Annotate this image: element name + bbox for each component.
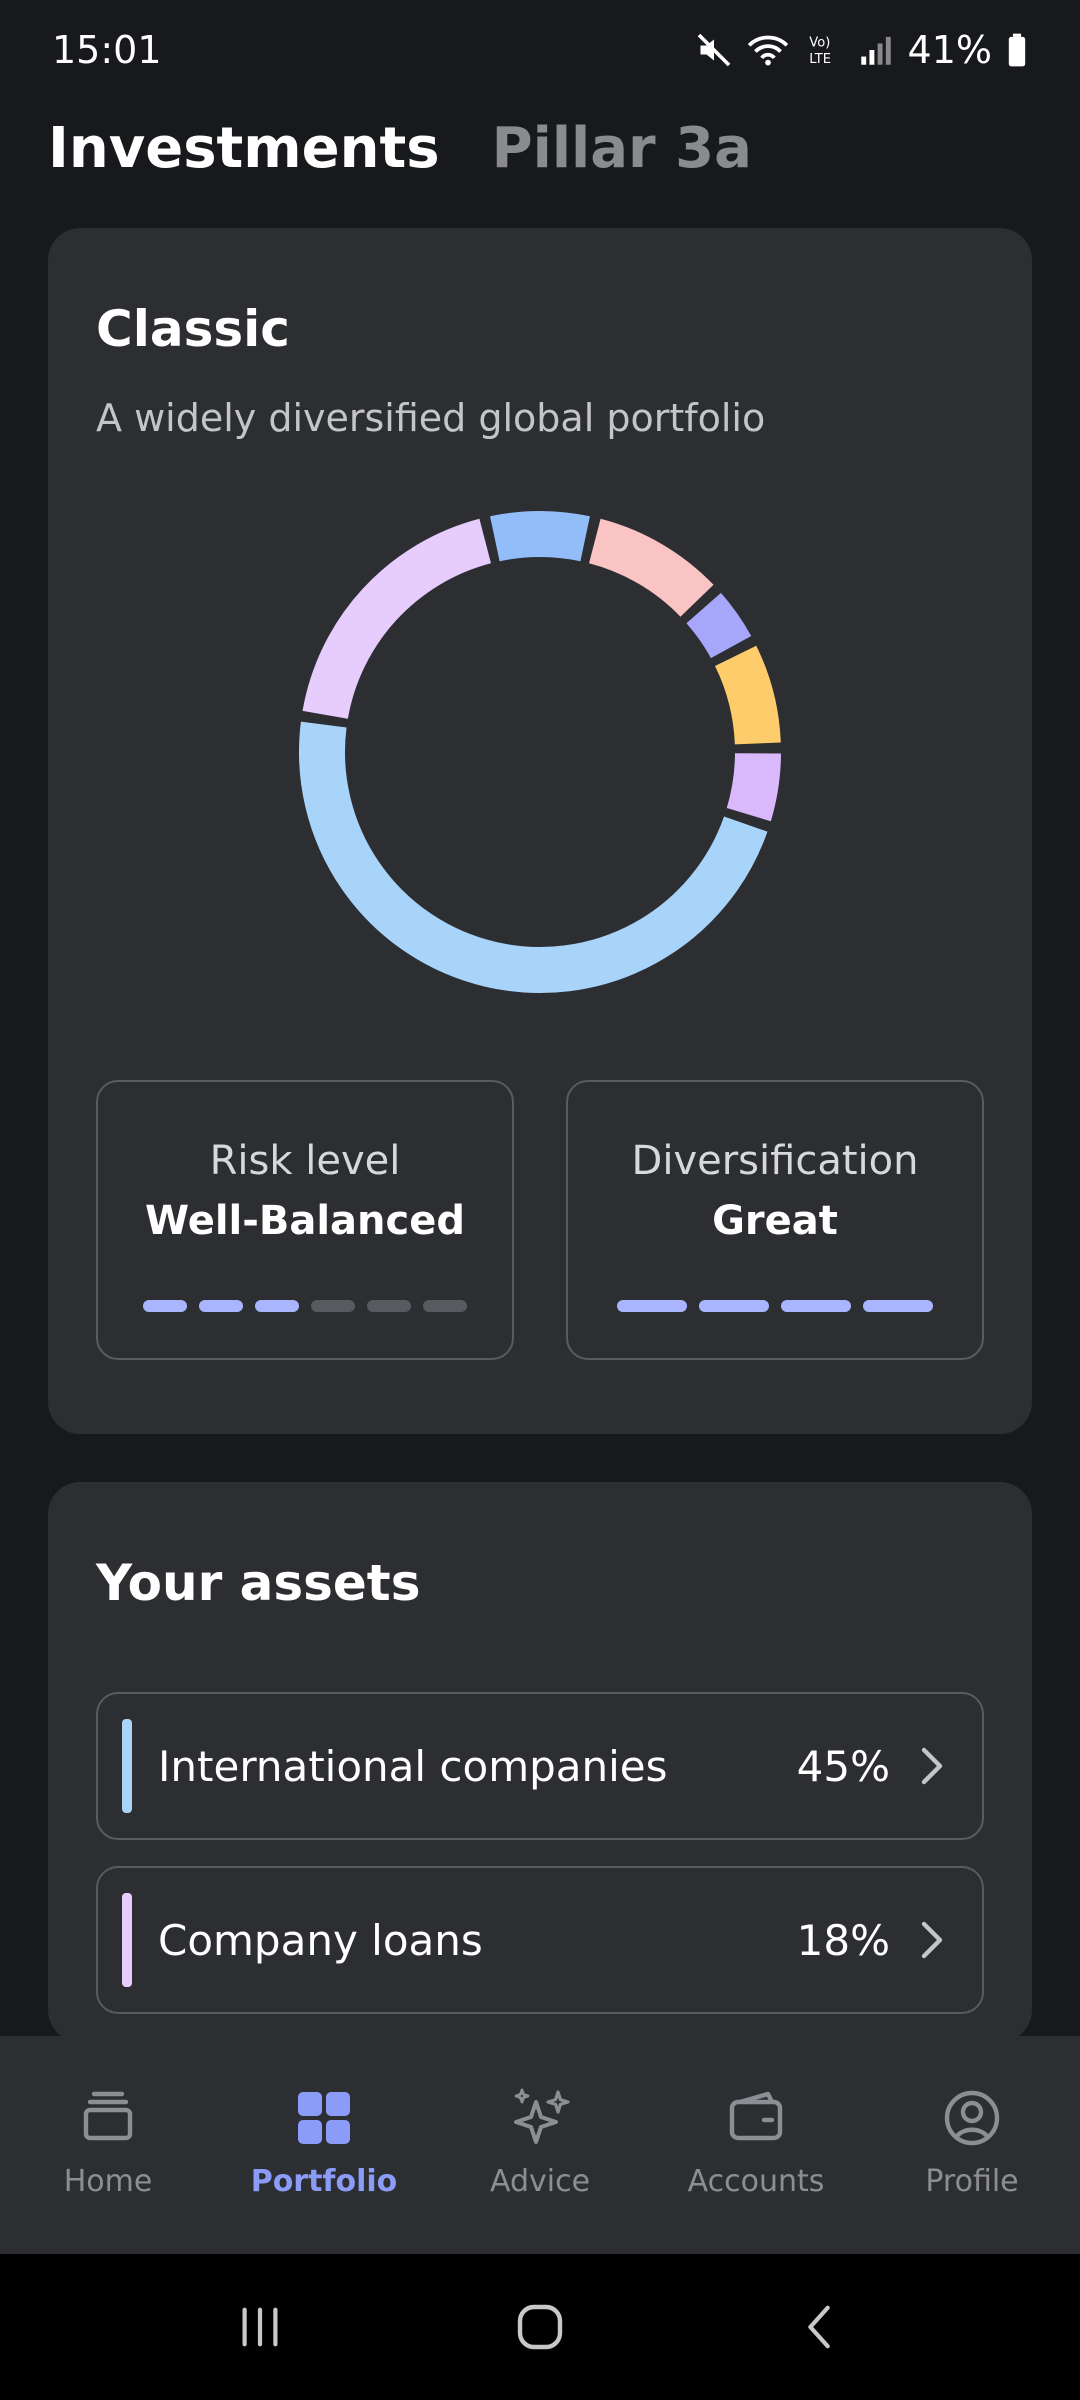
nav-item-profile[interactable]: Profile	[864, 2036, 1080, 2254]
asset-color-bar	[122, 1893, 132, 1987]
mute-icon	[697, 33, 730, 67]
grid-icon	[298, 2092, 350, 2144]
stack-icon	[83, 2091, 133, 2141]
risk-level-indicator	[98, 1300, 512, 1312]
donut-segment-5	[714, 645, 781, 745]
donut-segment-2	[490, 511, 590, 562]
risk-level-box[interactable]: Risk level Well-Balanced	[96, 1080, 514, 1360]
asset-name: International companies	[158, 1741, 668, 1791]
back-arrow-icon	[808, 2305, 830, 2349]
nav-item-advice[interactable]: Advice	[432, 2036, 648, 2254]
donut-segment-0	[299, 721, 768, 993]
indicator-dash	[199, 1300, 243, 1312]
portfolio-subtitle: A widely diversified global portfolio	[96, 396, 766, 440]
asset-row-company-loans[interactable]: Company loans 18%	[96, 1866, 984, 2014]
nav-label-profile: Profile	[925, 2164, 1019, 2199]
nav-item-accounts[interactable]: Accounts	[648, 2036, 864, 2254]
nav-label-accounts: Accounts	[687, 2164, 825, 2199]
donut-segment-6	[726, 752, 781, 822]
battery-percent: 41%	[907, 28, 992, 72]
donut-segment-4	[686, 592, 752, 659]
indicator-dash	[781, 1300, 851, 1312]
nav-item-home[interactable]: Home	[0, 2036, 216, 2254]
home-button[interactable]	[500, 2287, 580, 2367]
svg-text:LTE: LTE	[809, 52, 831, 67]
svg-text:Vo): Vo)	[809, 36, 830, 51]
recent-apps-icon	[242, 2307, 278, 2347]
portfolio-card: Classic A widely diversified global port…	[48, 228, 1032, 1434]
status-icons: Vo) LTE 41%	[696, 28, 1028, 72]
volte-icon: Vo) LTE	[809, 36, 831, 67]
back-button[interactable]	[780, 2287, 860, 2367]
indicator-dash	[311, 1300, 355, 1312]
profile-icon	[944, 2090, 1000, 2146]
assets-card: Your assets International companies 45% …	[48, 1482, 1032, 2042]
recent-apps-button[interactable]	[220, 2287, 300, 2367]
asset-name: Company loans	[158, 1915, 483, 1965]
signal-icon	[860, 36, 891, 65]
indicator-dash	[617, 1300, 687, 1312]
status-bar: 15:01 Vo) LTE 41%	[0, 0, 1080, 100]
risk-level-value: Well-Balanced	[145, 1198, 465, 1244]
nav-label-portfolio: Portfolio	[250, 2164, 398, 2199]
asset-color-bar	[122, 1719, 132, 1813]
status-time: 15:01	[52, 28, 162, 72]
indicator-dash	[143, 1300, 187, 1312]
risk-level-label: Risk level	[209, 1138, 401, 1184]
indicator-dash	[863, 1300, 933, 1312]
tab-investments[interactable]: Investments	[48, 116, 440, 181]
indicator-dash	[699, 1300, 769, 1312]
nav-item-portfolio[interactable]: Portfolio	[216, 2036, 432, 2254]
sparkle-icon	[514, 2088, 570, 2144]
allocation-donut-chart	[299, 511, 781, 993]
indicator-dash	[423, 1300, 467, 1312]
chevron-right-icon	[918, 1746, 946, 1786]
diversification-box[interactable]: Diversification Great	[566, 1080, 984, 1360]
portfolio-title: Classic	[96, 300, 290, 358]
header-tabs: Investments Pillar 3a	[48, 108, 752, 188]
diversification-label: Diversification	[631, 1138, 919, 1184]
donut-segment-1	[302, 518, 492, 720]
system-navigation-bar	[0, 2254, 1080, 2400]
indicator-dash	[367, 1300, 411, 1312]
donut-segment-3	[588, 518, 714, 618]
indicator-dash	[255, 1300, 299, 1312]
home-circle-icon	[517, 2304, 563, 2350]
battery-icon	[1008, 33, 1026, 67]
wifi-icon	[747, 35, 788, 66]
diversification-indicator	[568, 1300, 982, 1312]
tab-pillar-3a[interactable]: Pillar 3a	[492, 116, 752, 181]
asset-row-international-companies[interactable]: International companies 45%	[96, 1692, 984, 1840]
wallet-icon	[729, 2091, 783, 2141]
nav-label-advice: Advice	[489, 2164, 591, 2199]
assets-title: Your assets	[96, 1554, 421, 1612]
nav-label-home: Home	[63, 2164, 153, 2199]
asset-percent: 18%	[796, 1915, 890, 1965]
bottom-navigation: Home Portfolio Advice Accounts Profile	[0, 2036, 1080, 2254]
asset-percent: 45%	[796, 1741, 890, 1791]
chevron-right-icon	[918, 1920, 946, 1960]
diversification-value: Great	[712, 1198, 838, 1244]
